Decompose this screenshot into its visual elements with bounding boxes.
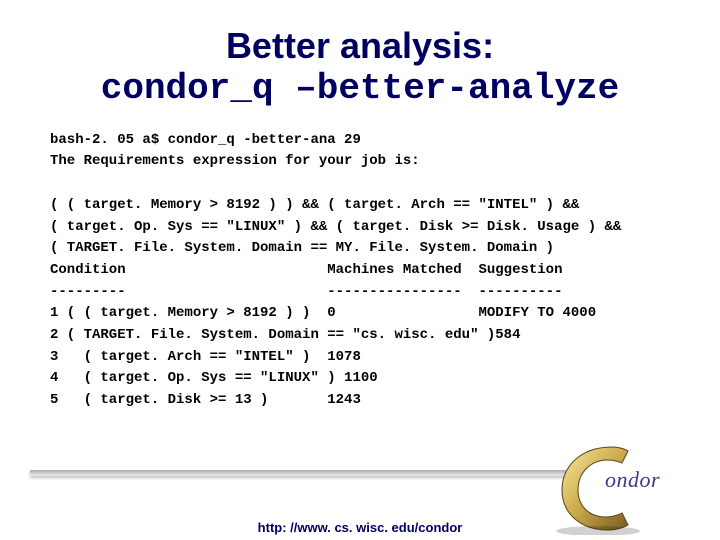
footer-url: http: //www. cs. wisc. edu/condor <box>0 520 720 535</box>
logo-text: ondor <box>605 467 660 493</box>
code-line: 2 ( TARGET. File. System. Domain == "cs.… <box>50 327 520 343</box>
code-line: ( target. Op. Sys == "LINUX" ) && ( targ… <box>50 219 621 235</box>
title-line2: condor_q –better-analyze <box>0 68 720 109</box>
code-line: 1 ( ( target. Memory > 8192 ) ) 0 MODIFY… <box>50 305 596 321</box>
code-line: Condition Machines Matched Suggestion <box>50 262 562 278</box>
title-line1: Better analysis: <box>0 25 720 66</box>
code-line: 5 ( target. Disk >= 13 ) 1243 <box>50 392 361 408</box>
code-line: ( TARGET. File. System. Domain == MY. Fi… <box>50 240 554 256</box>
code-line: --------- ---------------- ---------- <box>50 284 562 300</box>
code-line: ( ( target. Memory > 8192 ) ) && ( targe… <box>50 197 579 213</box>
code-line: bash-2. 05 a$ condor_q -better-ana 29 <box>50 132 361 148</box>
code-line: 3 ( target. Arch == "INTEL" ) 1078 <box>50 349 361 365</box>
divider <box>30 470 570 476</box>
slide-title: Better analysis: condor_q –better-analyz… <box>0 25 720 110</box>
code-line: 4 ( target. Op. Sys == "LINUX" ) 1100 <box>50 370 378 386</box>
code-block: bash-2. 05 a$ condor_q -better-ana 29 Th… <box>50 130 670 412</box>
code-line: The Requirements expression for your job… <box>50 153 420 169</box>
